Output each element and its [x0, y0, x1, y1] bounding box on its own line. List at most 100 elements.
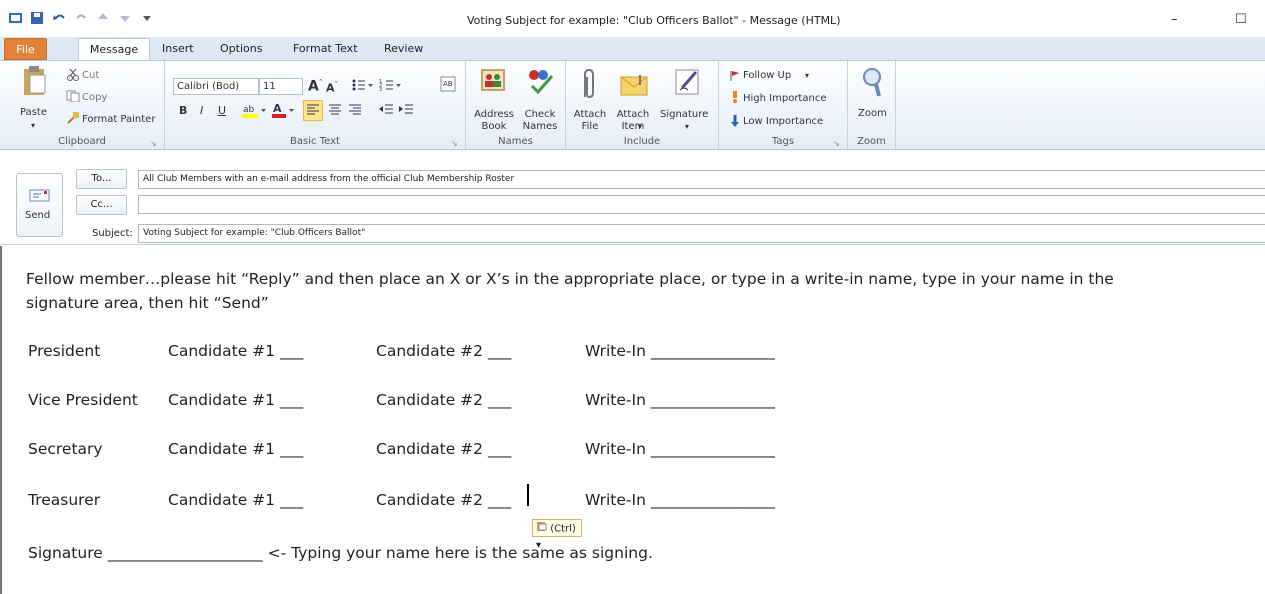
clipboard-group-label: Clipboard [58, 136, 106, 147]
signature-button[interactable]: Signature [660, 109, 708, 121]
high-importance-icon [731, 91, 739, 106]
format-painter-button[interactable]: Format Painter [82, 114, 155, 126]
cut-button[interactable]: Cut [82, 70, 99, 82]
paperclip-icon [580, 67, 596, 104]
decrease-indent-icon[interactable] [377, 101, 395, 120]
zoom-group: Zoom Zoom [848, 61, 896, 149]
increase-indent-icon[interactable] [397, 101, 415, 120]
low-importance-icon [730, 115, 740, 130]
paste-dropdown-icon[interactable]: ▾ [31, 120, 35, 132]
tab-file[interactable]: File [4, 38, 47, 60]
undo-icon[interactable] [52, 11, 67, 25]
send-envelope-icon [29, 188, 51, 205]
clipboard-icon [536, 520, 547, 537]
format-painter-icon [66, 111, 80, 127]
subject-field[interactable]: Voting Subject for example: "Club Office… [138, 224, 1265, 243]
svg-text:ab: ab [243, 105, 255, 115]
check-names-button[interactable]: Check Names [518, 109, 562, 133]
redo-icon[interactable] [74, 11, 89, 25]
clipboard-group: Paste ▾ Cut Copy Format Painter Clipboar… [0, 61, 165, 149]
cc-field[interactable] [138, 195, 1265, 214]
names-group: Address Book Check Names Names [466, 61, 566, 149]
bold-icon[interactable]: B [179, 105, 187, 117]
tab-message[interactable]: Message [78, 38, 150, 61]
office-label: Vice President [28, 391, 138, 409]
signature-dropdown-icon[interactable]: ▾ [685, 121, 689, 133]
basic-text-launcher-icon[interactable]: ↘ [451, 138, 458, 150]
address-book-button[interactable]: Address Book [472, 109, 516, 133]
tab-options[interactable]: Options [220, 42, 262, 55]
svg-text:3: 3 [379, 87, 382, 93]
attach-item-dropdown-icon[interactable]: ▾ [638, 121, 642, 133]
tab-insert[interactable]: Insert [162, 42, 194, 55]
send-button[interactable]: Send [16, 173, 63, 237]
align-center-icon[interactable] [326, 101, 344, 120]
italic-icon[interactable]: I [200, 105, 203, 117]
candidate-2: Candidate #2 ___ [376, 491, 512, 509]
paste-icon [22, 65, 48, 100]
grow-font-icon[interactable]: Aˆ [308, 77, 322, 94]
save-icon[interactable] [30, 11, 45, 25]
include-group: Attach File Attach Item ▾ Signature ▾ In… [566, 61, 719, 149]
zoom-button[interactable]: Zoom [858, 108, 887, 120]
ballot-row-secretary: Secretary Candidate #1 ___ Candidate #2 … [28, 440, 928, 464]
attach-file-button[interactable]: Attach File [572, 109, 608, 133]
text-cursor [527, 484, 529, 506]
numbering-icon[interactable]: 123 [379, 77, 403, 96]
cc-button[interactable]: Cc... [76, 195, 127, 215]
low-importance-button[interactable]: Low Importance [743, 116, 823, 128]
intro-line-2: signature area, then hit “Send” [26, 294, 269, 312]
zoom-icon [861, 66, 885, 101]
bullets-icon[interactable] [351, 77, 375, 96]
attach-item-icon [620, 73, 650, 100]
write-in: Write-In ________________ [585, 491, 775, 509]
write-in: Write-In ________________ [585, 440, 775, 458]
highlight-icon[interactable]: ab [241, 101, 269, 122]
follow-up-button[interactable]: Follow Up [743, 70, 791, 82]
candidate-2: Candidate #2 ___ [376, 342, 512, 360]
tab-review[interactable]: Review [384, 42, 423, 55]
candidate-1: Candidate #1 ___ [168, 491, 304, 509]
underline-icon[interactable]: U [218, 105, 226, 117]
basic-text-group: Calibri (Bod) 11 Aˆ Aˇ 123 AB B I U ab A… [165, 61, 466, 149]
align-right-icon[interactable] [346, 101, 364, 120]
outlook-app-icon[interactable] [8, 11, 23, 25]
up-arrow-icon[interactable] [96, 11, 111, 25]
paste-button[interactable]: Paste [20, 107, 47, 119]
minimize-button[interactable]: – [1171, 12, 1178, 27]
font-size-box[interactable]: 11 [259, 78, 303, 95]
follow-up-flag-icon [730, 70, 740, 85]
office-label: President [28, 342, 101, 360]
to-button[interactable]: To... [76, 169, 127, 189]
names-group-label: Names [498, 136, 533, 147]
intro-line-1: Fellow member…please hit “Reply” and the… [26, 270, 1114, 288]
customize-qat-icon[interactable] [140, 11, 155, 25]
address-book-icon [480, 66, 506, 97]
check-names-icon [524, 66, 554, 97]
tags-group-label: Tags [771, 136, 795, 147]
copy-button[interactable]: Copy [82, 92, 107, 104]
signature-icon [674, 66, 702, 99]
follow-up-dropdown-icon[interactable]: ▾ [805, 70, 809, 82]
ballot-row-vice-president: Vice President Candidate #1 ___ Candidat… [28, 391, 928, 415]
to-field[interactable]: All Club Members with an e-mail address … [138, 170, 1265, 189]
shrink-font-icon[interactable]: Aˇ [326, 79, 338, 95]
quick-access-toolbar [8, 11, 155, 25]
signature-line: Signature ____________________ <- Typing… [28, 544, 653, 562]
ribbon: Paste ▾ Cut Copy Format Painter Clipboar… [0, 60, 1265, 150]
align-left-icon[interactable] [303, 100, 323, 121]
attach-item-button[interactable]: Attach Item [613, 109, 653, 133]
font-color-icon[interactable]: A [271, 101, 299, 122]
tab-format-text[interactable]: Format Text [293, 42, 358, 55]
tags-launcher-icon[interactable]: ↘ [833, 138, 840, 150]
font-name-box[interactable]: Calibri (Bod) [173, 78, 259, 95]
down-arrow-icon[interactable] [118, 11, 133, 25]
candidate-1: Candidate #1 ___ [168, 440, 304, 458]
ballot-row-treasurer: Treasurer Candidate #1 ___ Candidate #2 … [28, 491, 928, 515]
maximize-button[interactable]: ☐ [1235, 12, 1247, 27]
message-body[interactable]: Fellow member…please hit “Reply” and the… [0, 246, 1265, 594]
styles-icon[interactable]: AB [440, 76, 456, 97]
high-importance-button[interactable]: High Importance [743, 93, 826, 105]
paste-options-button[interactable]: (Ctrl) ▾ [532, 519, 582, 551]
clipboard-launcher-icon[interactable]: ↘ [150, 138, 157, 150]
